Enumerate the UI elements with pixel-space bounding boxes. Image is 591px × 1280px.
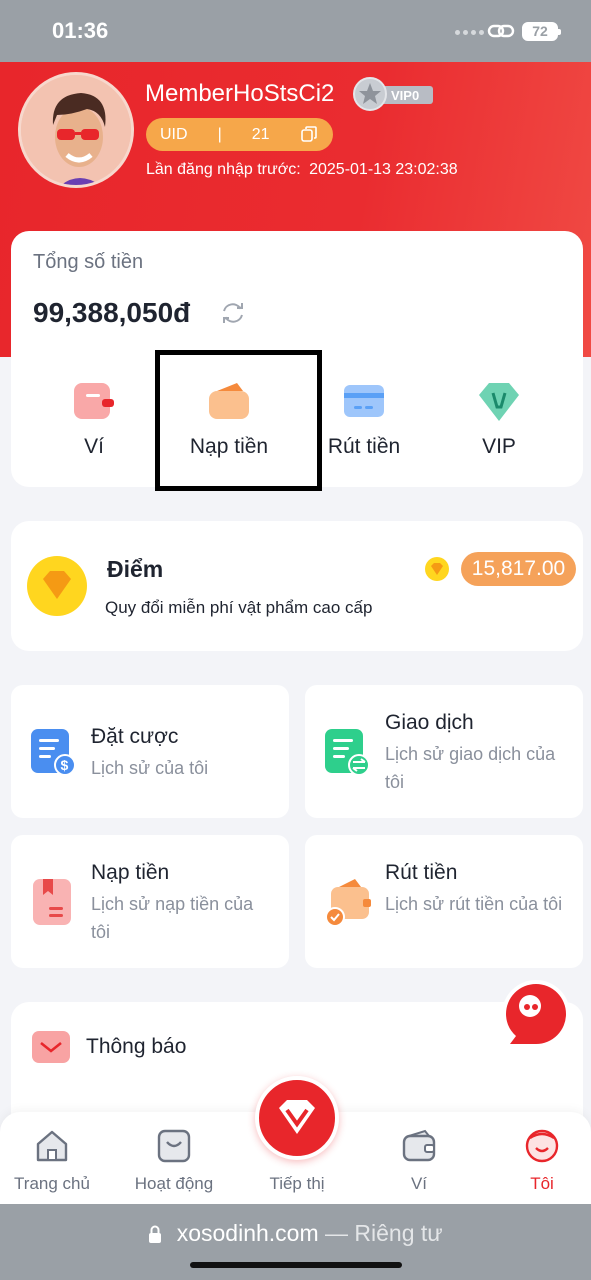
- username: MemberHoStsCi2: [145, 80, 335, 107]
- svg-text:VIP0: VIP0: [391, 88, 419, 103]
- nav-home-label: Trang chủ: [14, 1174, 90, 1193]
- bet-doc-icon: $: [31, 729, 76, 776]
- action-vip[interactable]: VIP: [429, 371, 569, 471]
- history-transaction-title: Giao dịch: [385, 711, 474, 734]
- points-card[interactable]: Điểm Quy đổi miễn phí vật phẩm cao cấp 1…: [11, 521, 583, 651]
- points-title: Điểm: [107, 556, 164, 582]
- home-indicator: [190, 1262, 402, 1268]
- status-bar: 01:36 72: [0, 0, 591, 62]
- history-withdraw[interactable]: Rút tiền Lịch sử rút tiền của tôi: [305, 835, 583, 968]
- uid-label: UID: [160, 125, 188, 143]
- mail-icon: [32, 1031, 70, 1063]
- last-login: Lần đăng nhập trước: 2025-01-13 23:02:38: [146, 161, 458, 179]
- notice-title: Thông báo: [86, 1035, 187, 1058]
- nav-activity[interactable]: Hoạt động: [119, 1112, 229, 1204]
- svg-text:$: $: [61, 757, 69, 773]
- withdraw-wallet-icon: [325, 879, 371, 927]
- signal-dots-icon: [455, 30, 485, 36]
- points-description: Quy đổi miễn phí vật phẩm cao cấp: [105, 598, 373, 617]
- me-icon: [525, 1129, 559, 1163]
- nav-home[interactable]: Trang chủ: [0, 1112, 107, 1204]
- nav-me-label: Tôi: [530, 1174, 554, 1193]
- address-private-suffix: — Riêng tư: [325, 1220, 443, 1246]
- history-bet-title: Đặt cược: [91, 725, 179, 748]
- gem-icon: [425, 557, 449, 581]
- balance-label: Tổng số tiền: [33, 251, 144, 273]
- history-withdraw-subtitle: Lịch sử rút tiền của tôi: [385, 894, 563, 914]
- history-withdraw-title: Rút tiền: [385, 861, 458, 884]
- deposit-bookmark-icon: [33, 879, 71, 925]
- nav-wallet-label: Ví: [410, 1174, 428, 1193]
- browser-address-bar[interactable]: xosodinh.com — Riêng tư: [0, 1204, 591, 1280]
- nav-me[interactable]: Tôi: [487, 1112, 591, 1204]
- last-login-value: 2025-01-13 23:02:38: [309, 161, 458, 178]
- lock-icon: [149, 1225, 162, 1243]
- vip-badge-icon: VIP0: [353, 77, 433, 111]
- copy-icon[interactable]: [301, 126, 317, 142]
- nav-marketing-label: Tiếp thị: [269, 1174, 325, 1193]
- vip-icon: [479, 383, 519, 421]
- uid-separator: |: [217, 125, 222, 143]
- action-wallet[interactable]: Ví: [24, 371, 164, 471]
- highlight-box: [155, 350, 322, 491]
- history-deposit[interactable]: Nạp tiền Lịch sử nạp tiền của tôi: [11, 835, 289, 968]
- last-login-label: Lần đăng nhập trước:: [146, 161, 301, 178]
- activity-icon: [157, 1129, 191, 1163]
- address-url[interactable]: xosodinh.com — Riêng tư: [0, 1220, 591, 1247]
- history-bet-subtitle: Lịch sử của tôi: [91, 758, 209, 778]
- history-transaction-subtitle: Lịch sử giao dịch của tôi: [385, 744, 556, 792]
- address-domain: xosodinh.com: [176, 1220, 319, 1246]
- marketing-center-button[interactable]: [255, 1076, 339, 1160]
- refresh-icon[interactable]: [220, 300, 246, 326]
- history-transaction[interactable]: Giao dịch Lịch sử giao dịch của tôi: [305, 685, 583, 818]
- wallet-icon: [402, 1129, 436, 1162]
- card-icon: [344, 385, 384, 417]
- support-chat-icon[interactable]: [496, 972, 576, 1062]
- action-wallet-label: Ví: [84, 435, 104, 458]
- transaction-doc-icon: [325, 729, 370, 776]
- status-time: 01:36: [52, 18, 109, 43]
- battery-indicator: 72: [522, 22, 561, 41]
- history-deposit-subtitle: Lịch sử nạp tiền của tôi: [91, 894, 254, 942]
- diamond-logo-icon: [279, 1100, 315, 1134]
- uid-value: 21: [251, 125, 270, 143]
- nav-activity-label: Hoạt động: [134, 1174, 214, 1193]
- points-value: 15,817.00: [461, 552, 576, 586]
- uid-pill[interactable]: UID | 21: [146, 118, 333, 151]
- link-icon: [487, 24, 515, 38]
- diamond-icon: [27, 556, 87, 616]
- home-icon: [36, 1130, 68, 1162]
- wallet-icon: [74, 383, 114, 419]
- history-deposit-title: Nạp tiền: [91, 861, 170, 884]
- balance-amount: 99,388,050đ: [33, 297, 191, 328]
- history-bet[interactable]: $ Đặt cược Lịch sử của tôi: [11, 685, 289, 818]
- avatar[interactable]: [18, 72, 134, 188]
- nav-wallet[interactable]: Ví: [364, 1112, 474, 1204]
- action-vip-label: VIP: [482, 435, 516, 458]
